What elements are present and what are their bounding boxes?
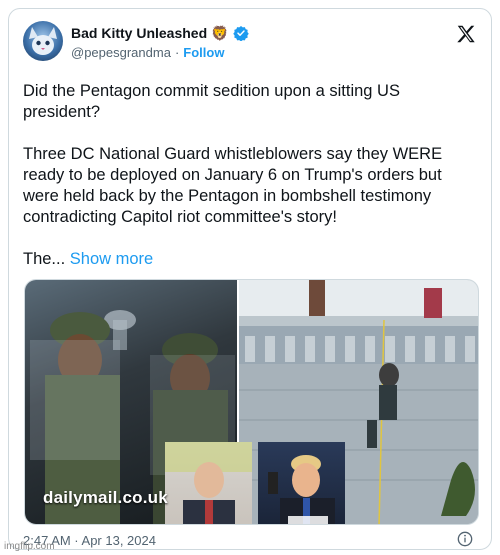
tweet-text: Did the Pentagon commit sedition upon a … — [23, 81, 478, 270]
tweet-paragraph-1: Did the Pentagon commit sedition upon a … — [23, 82, 400, 121]
show-more-link[interactable]: Show more — [70, 250, 153, 268]
follow-button[interactable]: Follow — [183, 45, 224, 60]
lion-emoji: 🦁 — [211, 25, 229, 41]
media-source-label: dailymail.co.uk — [43, 488, 168, 507]
tweet-media[interactable]: dailymail.co.uk — [24, 279, 479, 525]
author-handle[interactable]: @pepesgrandma — [71, 45, 171, 60]
trump-inset-photo — [258, 442, 345, 524]
avatar[interactable] — [23, 21, 63, 61]
separator-dot: · — [174, 45, 180, 60]
official-inset-photo — [165, 442, 252, 524]
tweet-paragraph-2: Three DC National Guard whistleblowers s… — [23, 145, 443, 226]
imgflip-watermark: imgflip.com — [4, 541, 55, 552]
truncated-text: The... — [23, 250, 66, 268]
tweet-paragraph-3: The... Show more — [23, 249, 478, 270]
x-logo-icon[interactable] — [455, 23, 477, 45]
info-icon[interactable] — [457, 531, 473, 547]
tweet-card[interactable]: Bad Kitty Unleashed 🦁 @pepesgrandma · Fo… — [8, 8, 492, 550]
verified-badge-icon — [232, 26, 249, 41]
author-name[interactable]: Bad Kitty Unleashed — [71, 25, 207, 41]
